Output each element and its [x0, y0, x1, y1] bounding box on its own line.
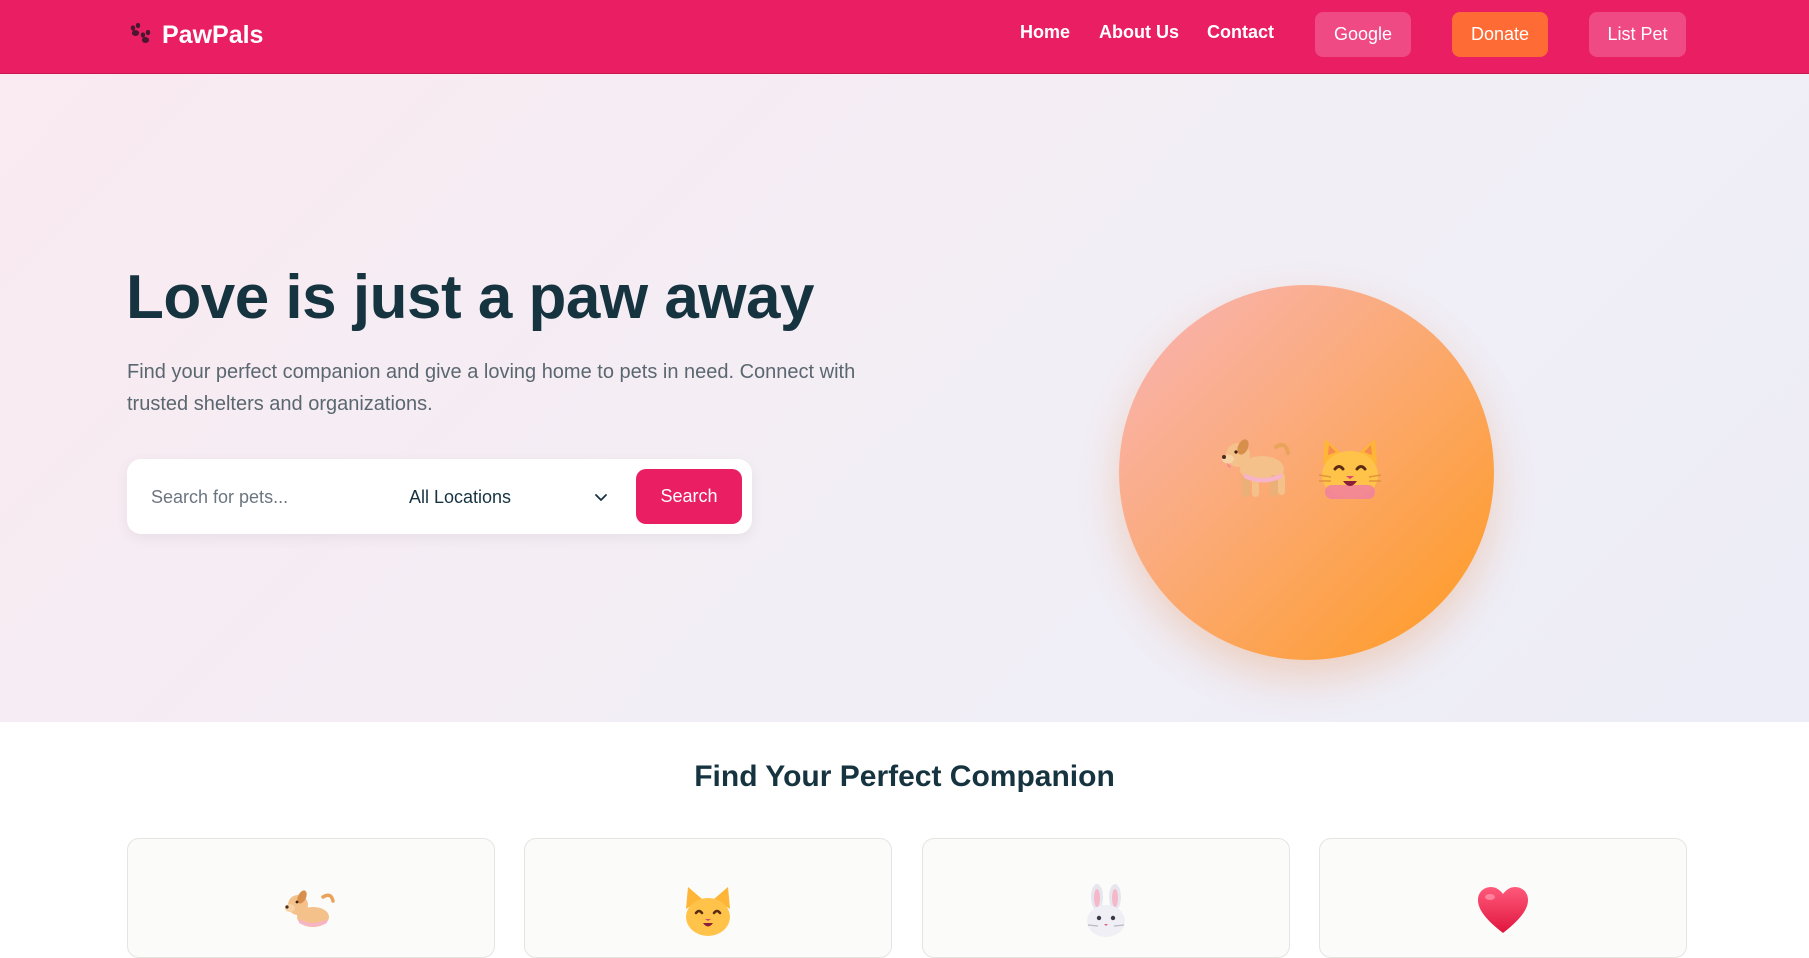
category-card-cats[interactable]: [524, 838, 892, 958]
brand-logo[interactable]: PawPals: [128, 19, 263, 51]
nav-link-contact[interactable]: Contact: [1207, 22, 1274, 43]
donate-button[interactable]: Donate: [1452, 12, 1548, 57]
location-select[interactable]: All Locations: [409, 477, 619, 517]
category-card-favorites[interactable]: [1319, 838, 1687, 958]
categories-title: Find Your Perfect Companion: [694, 760, 1115, 793]
pet-search-input[interactable]: [151, 477, 371, 517]
chevron-down-icon[interactable]: [593, 489, 609, 505]
hero-title: Love is just a paw away: [126, 263, 815, 332]
pet-search-bar: All Locations Search: [127, 459, 752, 534]
category-card-dogs[interactable]: [127, 838, 495, 958]
nav-link-home[interactable]: Home: [1020, 22, 1070, 43]
hero-subtitle: Find your perfect companion and give a l…: [127, 361, 856, 415]
list-pet-button[interactable]: List Pet: [1589, 12, 1686, 57]
paw-prints-icon: [130, 22, 151, 43]
heart-icon: [1478, 887, 1528, 933]
brand-name: PawPals: [162, 20, 264, 49]
cat-face-icon: [1318, 439, 1382, 499]
google-button[interactable]: Google: [1315, 12, 1411, 57]
category-card-rabbits[interactable]: [922, 838, 1290, 958]
dog-icon: [285, 890, 335, 927]
nav-link-about-us[interactable]: About Us: [1099, 22, 1179, 43]
search-button[interactable]: Search: [636, 469, 742, 524]
dog-icon: [1222, 439, 1290, 497]
rabbit-icon: [1087, 884, 1125, 937]
location-select-value: All Locations: [409, 486, 512, 507]
hero-section: Love is just a paw away Find your perfec…: [0, 74, 1809, 722]
hero-illustration: [1119, 285, 1494, 660]
top-navbar: PawPals Home About Us Contact Google Don…: [0, 0, 1809, 74]
cat-face-icon: [686, 887, 730, 936]
